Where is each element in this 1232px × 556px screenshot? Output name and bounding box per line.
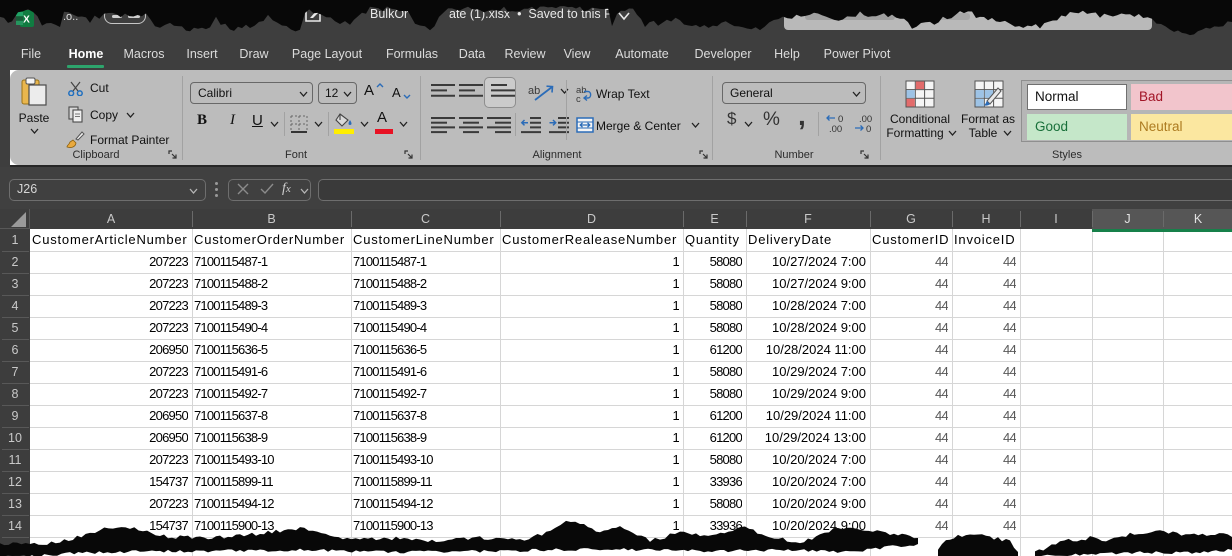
svg-text:.00: .00 [829, 124, 842, 133]
svg-text:ab: ab [528, 85, 540, 97]
svg-text:0: 0 [866, 124, 871, 133]
svg-text:c: c [576, 94, 581, 103]
